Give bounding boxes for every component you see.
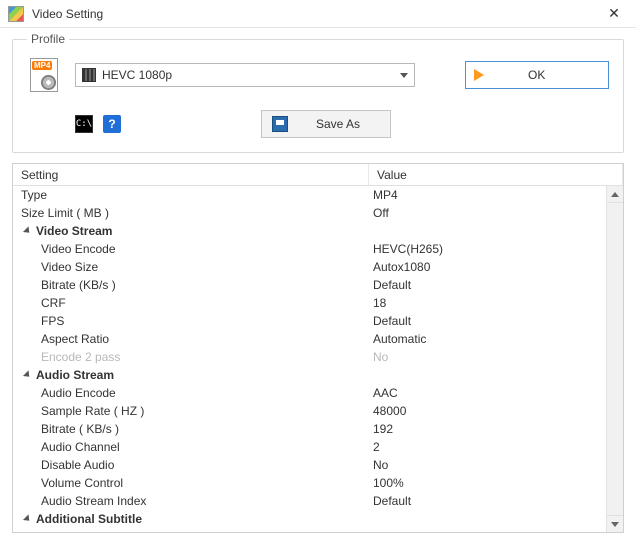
table-row[interactable]: Video Size Autox1080 [13, 258, 623, 276]
ok-label: OK [528, 68, 545, 82]
profile-dropdown[interactable]: HEVC 1080p [75, 63, 415, 87]
table-row[interactable]: Bitrate ( KB/s ) 192 [13, 420, 623, 438]
ok-button[interactable]: OK [465, 61, 609, 89]
setting-label: Sample Rate ( HZ ) [41, 404, 144, 418]
chevron-down-icon [400, 73, 408, 78]
table-row[interactable]: Encode 2 pass No [13, 348, 623, 366]
group-row[interactable]: Additional Subtitle [13, 510, 623, 528]
setting-value: Default [373, 494, 411, 508]
profile-legend: Profile [27, 32, 69, 46]
help-icon[interactable]: ? [103, 115, 121, 133]
table-row[interactable]: Audio Stream Index Default [13, 492, 623, 510]
close-button[interactable]: ✕ [600, 0, 628, 28]
mp4-tag: MP4 [32, 61, 52, 70]
setting-value: HEVC(H265) [373, 242, 443, 256]
setting-value: 192 [373, 422, 393, 436]
table-row[interactable]: Audio Channel 2 [13, 438, 623, 456]
film-icon [82, 68, 96, 82]
group-row[interactable]: Audio Stream [13, 366, 623, 384]
setting-label: Video Size [41, 260, 98, 274]
setting-label: Video Encode [41, 242, 116, 256]
scrollbar[interactable] [606, 186, 623, 532]
floppy-icon [272, 116, 288, 132]
setting-value: Automatic [373, 332, 426, 346]
group-label: Additional Subtitle [36, 512, 142, 526]
expand-icon [23, 514, 32, 523]
setting-label: Type [41, 530, 67, 532]
table-row[interactable]: Type Automatic [13, 528, 623, 532]
titlebar: Video Setting ✕ [0, 0, 636, 28]
setting-value: Default [373, 278, 411, 292]
arrow-right-icon [474, 69, 484, 81]
setting-label: Disable Audio [41, 458, 114, 472]
setting-label: Audio Encode [41, 386, 116, 400]
setting-value: Default [373, 314, 411, 328]
expand-icon [23, 370, 32, 379]
setting-label: FPS [41, 314, 64, 328]
setting-label: Size Limit ( MB ) [21, 206, 109, 220]
table-header: Setting Value [13, 164, 623, 186]
header-value[interactable]: Value [369, 164, 623, 185]
table-row[interactable]: Aspect Ratio Automatic [13, 330, 623, 348]
group-row[interactable]: Video Stream [13, 222, 623, 240]
setting-value: Automatic [373, 530, 426, 532]
setting-label: CRF [41, 296, 66, 310]
group-label: Audio Stream [36, 368, 114, 382]
table-row[interactable]: Audio Encode AAC [13, 384, 623, 402]
scroll-up-button[interactable] [607, 186, 623, 203]
group-label: Video Stream [36, 224, 112, 238]
table-row[interactable]: Sample Rate ( HZ ) 48000 [13, 402, 623, 420]
table-row[interactable]: Type MP4 [13, 186, 623, 204]
setting-value: AAC [373, 386, 398, 400]
setting-label: Audio Channel [41, 440, 120, 454]
profile-group: Profile MP4 HEVC 1080p OK C:\ [12, 32, 624, 153]
save-as-button[interactable]: Save As [261, 110, 391, 138]
table-row[interactable]: Bitrate (KB/s ) Default [13, 276, 623, 294]
settings-table: Setting Value Type MP4 Size Limit ( MB ) Of… [12, 163, 624, 533]
setting-label: Bitrate ( KB/s ) [41, 422, 119, 436]
window-title: Video Setting [32, 7, 600, 21]
save-as-label: Save As [316, 117, 360, 131]
command-prompt-icon[interactable]: C:\ [75, 115, 93, 133]
table-row[interactable]: Size Limit ( MB ) Off [13, 204, 623, 222]
mp4-file-icon: MP4 [27, 58, 61, 92]
setting-value: 2 [373, 440, 380, 454]
setting-label: Volume Control [41, 476, 123, 490]
setting-value: 48000 [373, 404, 406, 418]
table-row[interactable]: CRF 18 [13, 294, 623, 312]
setting-label: Audio Stream Index [41, 494, 146, 508]
setting-value: Off [373, 206, 389, 220]
setting-label: Encode 2 pass [41, 350, 120, 364]
header-setting[interactable]: Setting [13, 164, 369, 185]
scroll-down-button[interactable] [607, 515, 623, 532]
table-row[interactable]: Volume Control 100% [13, 474, 623, 492]
setting-value: Autox1080 [373, 260, 430, 274]
table-row[interactable]: Disable Audio No [13, 456, 623, 474]
setting-value: 100% [373, 476, 404, 490]
setting-value: No [373, 458, 388, 472]
setting-label: Aspect Ratio [41, 332, 109, 346]
profile-selected: HEVC 1080p [102, 68, 172, 82]
setting-value: No [373, 350, 388, 364]
setting-label: Bitrate (KB/s ) [41, 278, 116, 292]
table-body: Type MP4 Size Limit ( MB ) Off Video Stream V… [13, 186, 623, 532]
setting-label: Type [21, 188, 47, 202]
app-icon [8, 6, 24, 22]
setting-value: MP4 [373, 188, 398, 202]
table-row[interactable]: Video Encode HEVC(H265) [13, 240, 623, 258]
table-row[interactable]: FPS Default [13, 312, 623, 330]
expand-icon [23, 226, 32, 235]
setting-value: 18 [373, 296, 386, 310]
